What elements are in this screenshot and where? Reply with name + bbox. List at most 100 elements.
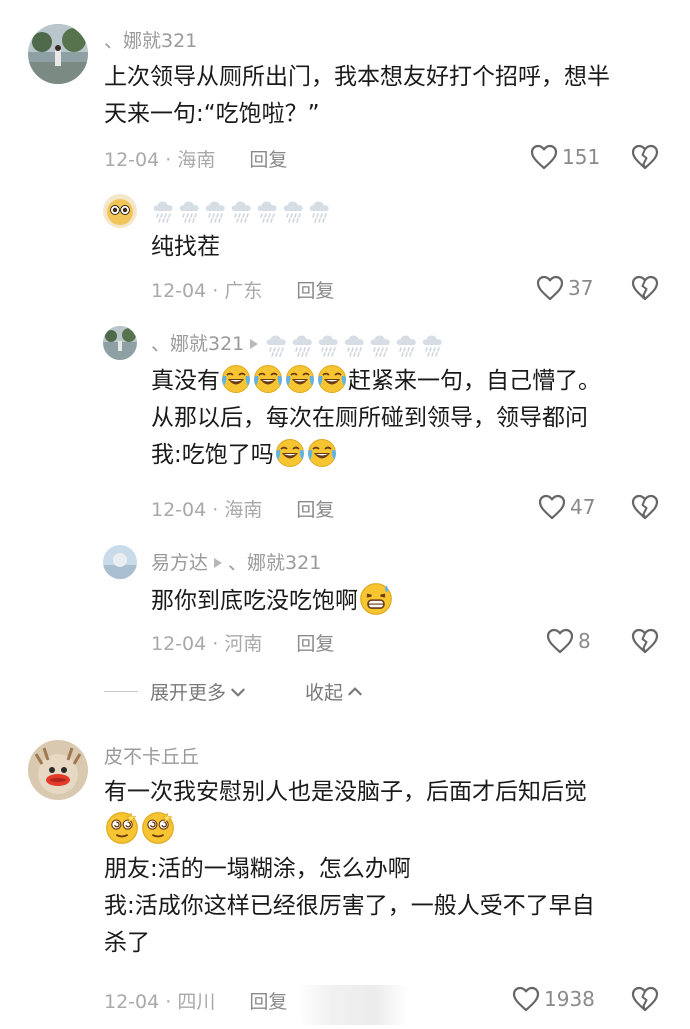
comment-text-line: 我:活成你这样已经很厉害了，一般人受不了早自 <box>104 893 595 919</box>
rain-cloud-icon <box>229 198 255 224</box>
comment-text: 上次领导从厕所出门，我本想友好打个招呼，想半 天来一句:“吃饱啦？” <box>104 59 674 133</box>
like-count: 1938 <box>544 987 595 1011</box>
comment-meta: 12-04 · 河南 回复 <box>151 629 334 656</box>
meta-separator: · <box>165 991 178 1013</box>
play-triangle-icon <box>214 557 223 568</box>
comment-location: 四川 <box>177 991 216 1013</box>
dislike-button[interactable] <box>631 628 659 658</box>
heart-outline-icon <box>530 144 558 170</box>
broken-heart-icon <box>631 144 659 170</box>
comment-username[interactable]: 皮不卡丘丘 <box>104 742 199 769</box>
reply-text-line: 从那以后，每次在厕所碰到领导，领导都问 <box>151 405 588 431</box>
avatar-image <box>28 24 88 84</box>
rolling-laughing-emoji <box>307 438 337 468</box>
rain-cloud-icon <box>290 332 316 358</box>
divider-line <box>104 691 138 692</box>
like-count: 151 <box>562 145 601 169</box>
grinning-sweat-emoji <box>359 582 393 616</box>
reply-text-segment: 赶紧来一句，自己懵了。 <box>348 368 601 394</box>
broken-heart-icon <box>631 275 659 301</box>
reply-username: 易方达 、娜就321 <box>151 548 321 575</box>
dizzy-face-emoji <box>141 811 175 845</box>
avatar-image <box>103 326 137 360</box>
reply-text: 真没有 赶紧来一句，自己懵了。 从那以后，每次在厕所碰到领导，领导都问 我:吃饱了… <box>151 363 671 474</box>
chevron-up-icon <box>346 683 364 701</box>
meta-separator: · <box>165 149 178 171</box>
rolling-laughing-emoji <box>285 364 315 394</box>
rolling-laughing-emoji <box>221 364 251 394</box>
collapse-button[interactable]: 收起 <box>305 678 364 705</box>
comment-location: 广东 <box>224 280 263 302</box>
dislike-button[interactable] <box>631 275 659 305</box>
rain-cloud-icon <box>255 198 281 224</box>
reply-text: 那你到底吃没吃饱啊 <box>151 582 394 620</box>
avatar[interactable] <box>28 740 88 800</box>
meta-separator: · <box>212 633 225 655</box>
like-count: 37 <box>568 276 594 300</box>
reply-user-name[interactable]: 易方达 <box>151 552 208 574</box>
expand-more-label: 展开更多 <box>150 682 227 704</box>
avatar-image <box>28 740 88 800</box>
collapse-label: 收起 <box>305 682 344 704</box>
reply-text-line: 我:吃饱了吗 <box>151 437 671 474</box>
dislike-button[interactable] <box>631 144 659 174</box>
reply-text: 纯找茬 <box>151 234 220 260</box>
heart-outline-icon <box>538 494 566 520</box>
rain-cloud-icon <box>394 332 420 358</box>
like-button[interactable]: 1938 <box>512 986 595 1012</box>
reply-button[interactable]: 回复 <box>296 499 334 521</box>
comment-text: 有一次我安慰别人也是没脑子，后面才后知后觉 朋友:活的一塌糊涂，怎么办啊 我:活… <box>104 774 674 962</box>
comment-meta: 12-04 · 四川 回复 <box>104 987 287 1014</box>
dizzy-face-emoji <box>105 811 139 845</box>
rolling-laughing-emoji <box>317 364 347 394</box>
avatar[interactable] <box>103 545 137 579</box>
reply-username: 、娜就321 <box>151 329 446 358</box>
comment-date: 12-04 <box>104 149 160 171</box>
rain-cloud-icon <box>316 332 342 358</box>
like-button[interactable]: 151 <box>530 144 600 170</box>
broken-heart-icon <box>631 986 659 1012</box>
reply-button[interactable]: 回复 <box>249 991 287 1013</box>
dislike-button[interactable] <box>631 494 659 524</box>
comment-location: 河南 <box>224 633 263 655</box>
heart-outline-icon <box>536 275 564 301</box>
broken-heart-icon <box>631 628 659 654</box>
reply-text-segment: 我:吃饱了吗 <box>151 442 274 468</box>
reply-button[interactable]: 回复 <box>296 280 334 302</box>
rain-cloud-icon <box>264 332 290 358</box>
comment-text-line: 朋友:活的一塌糊涂，怎么办啊 <box>104 856 411 882</box>
comment-text-line <box>104 811 674 851</box>
reply-to-user[interactable]: 、娜就321 <box>228 552 321 574</box>
expand-more-button[interactable]: 展开更多 <box>150 678 247 705</box>
meta-separator: · <box>212 499 225 521</box>
comment-meta: 12-04 · 海南 回复 <box>151 495 334 522</box>
broken-heart-icon <box>631 494 659 520</box>
comment-date: 12-04 <box>151 499 207 521</box>
comment-text-line: 杀了 <box>104 930 150 956</box>
comment-location: 海南 <box>224 499 263 521</box>
rain-cloud-icon <box>203 198 229 224</box>
rain-cloud-icon <box>342 332 368 358</box>
like-button[interactable]: 47 <box>538 494 595 520</box>
like-button[interactable]: 8 <box>546 628 591 654</box>
avatar[interactable] <box>103 194 137 228</box>
username-weather-icons[interactable] <box>151 198 333 224</box>
heart-outline-icon <box>546 628 574 654</box>
dislike-button[interactable] <box>631 986 659 1016</box>
reply-text-line: 真没有 赶紧来一句，自己懵了。 <box>151 363 671 400</box>
comment-date: 12-04 <box>104 991 160 1013</box>
reply-button[interactable]: 回复 <box>296 633 334 655</box>
heart-outline-icon <box>512 986 540 1012</box>
reply-user-name[interactable]: 、娜就321 <box>151 333 244 355</box>
reply-text-segment: 真没有 <box>151 368 220 394</box>
rain-cloud-icon <box>368 332 394 358</box>
rolling-laughing-emoji <box>275 438 305 468</box>
like-button[interactable]: 37 <box>536 275 593 301</box>
expand-collapse-row: 展开更多 收起 <box>104 678 364 705</box>
comment-text-line: 天来一句:“吃饱啦？” <box>104 101 320 127</box>
avatar[interactable] <box>103 326 137 360</box>
reply-button[interactable]: 回复 <box>249 149 287 171</box>
comment-username[interactable]: 、娜就321 <box>104 26 197 53</box>
avatar[interactable] <box>28 24 88 84</box>
rain-cloud-icon <box>151 198 177 224</box>
